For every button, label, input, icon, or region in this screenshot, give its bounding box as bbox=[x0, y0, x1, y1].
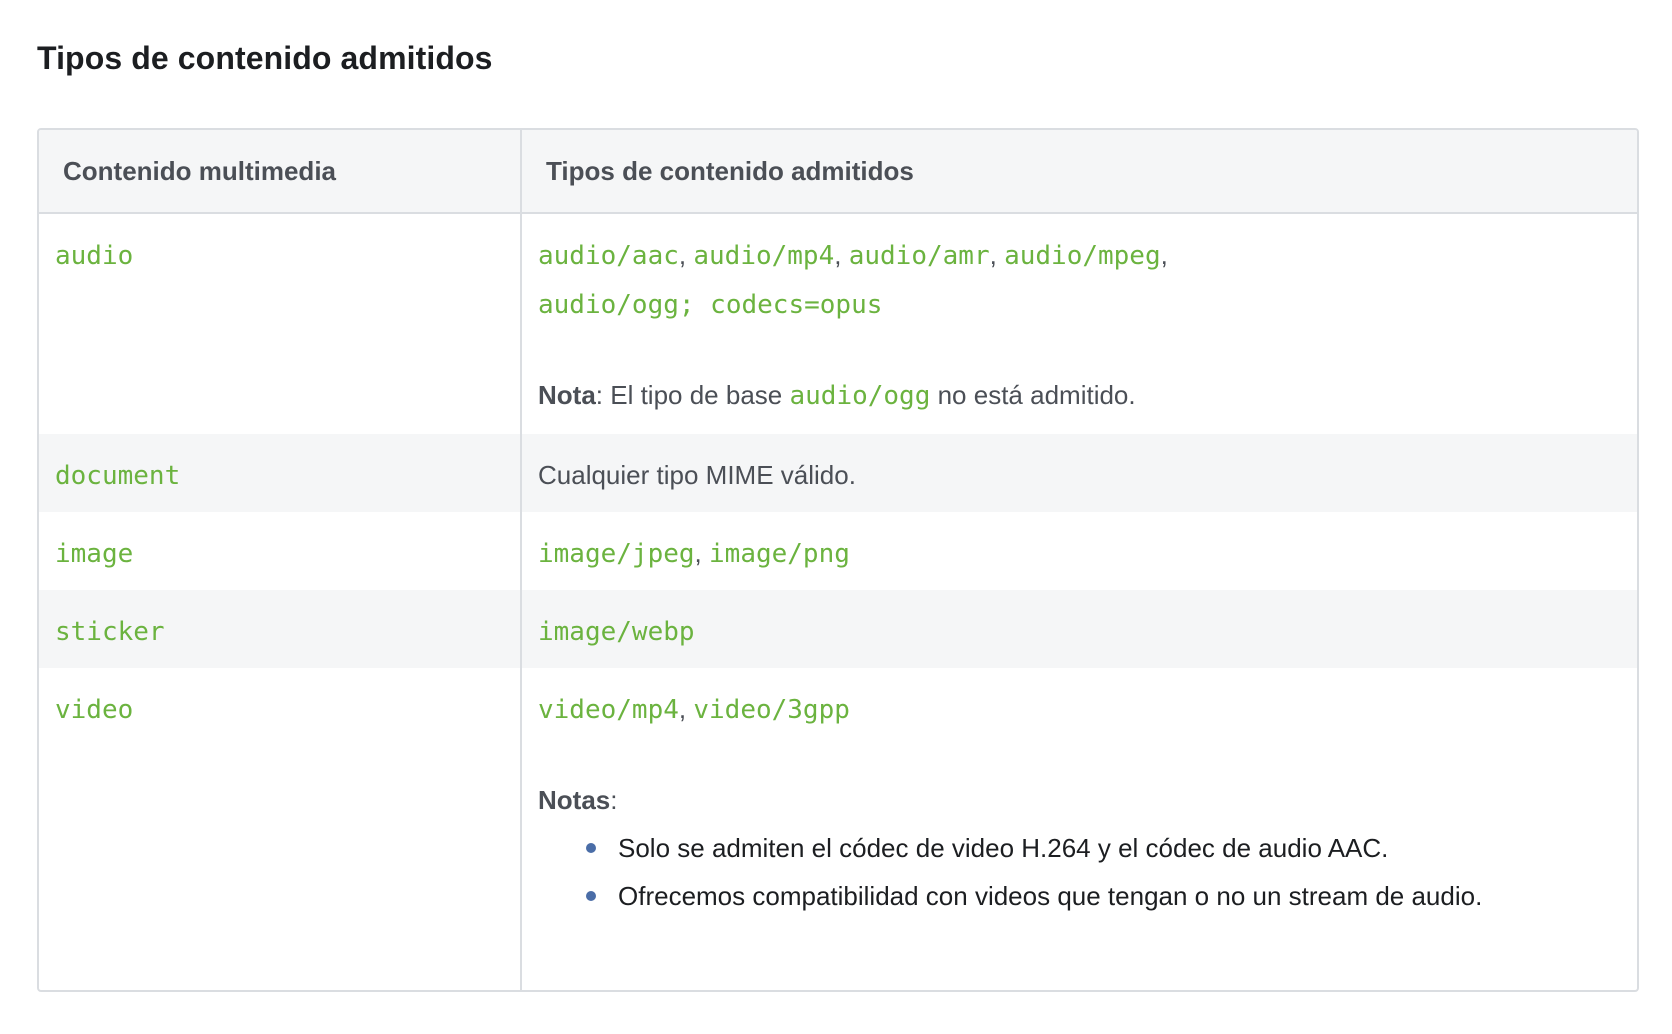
audio-types-list: audio/aac, audio/mp4, audio/amr, audio/m… bbox=[538, 240, 1168, 320]
header-media-content: Contenido multimedia bbox=[39, 130, 522, 214]
cell-types-video: video/mp4, video/3gpp Notas: Solo se adm… bbox=[521, 668, 1637, 990]
mime-image-png: image/png bbox=[709, 539, 850, 569]
table-row-audio: audio audio/aac, audio/mp4, audio/amr, a… bbox=[39, 213, 1637, 434]
mime-image-webp: image/webp bbox=[538, 617, 695, 647]
media-type-video: video bbox=[55, 695, 134, 725]
audio-note: Nota: El tipo de base audio/ogg no está … bbox=[538, 380, 1136, 411]
video-types-list: video/mp4, video/3gpp bbox=[538, 694, 850, 725]
cell-media-sticker: sticker bbox=[39, 590, 522, 668]
document-types-text: Cualquier tipo MIME válido. bbox=[538, 460, 856, 490]
mime-audio-mpeg: audio/mpeg bbox=[1004, 241, 1161, 271]
video-notes-list: Solo se admiten el códec de video H.264 … bbox=[538, 824, 1621, 920]
cell-media-document: document bbox=[39, 434, 522, 512]
mime-image-jpeg: image/jpeg bbox=[538, 539, 695, 569]
media-type-document: document bbox=[55, 461, 181, 491]
video-note-2: Ofrecemos compatibilidad con videos que … bbox=[618, 881, 1483, 911]
bullet-icon bbox=[586, 891, 596, 901]
page-title: Tipos de contenido admitidos bbox=[37, 40, 493, 76]
mime-audio-ogg-opus: audio/ogg; codecs=opus bbox=[538, 290, 883, 320]
content-types-table: Contenido multimedia Tipos de contenido … bbox=[37, 128, 1639, 992]
list-item: Ofrecemos compatibilidad con videos que … bbox=[586, 872, 1621, 920]
note-suffix: no está admitido. bbox=[930, 380, 1136, 410]
note-code-audio-ogg: audio/ogg bbox=[789, 381, 931, 411]
mime-video-mp4: video/mp4 bbox=[538, 695, 679, 725]
cell-media-image: image bbox=[39, 512, 522, 590]
media-type-audio: audio bbox=[55, 241, 134, 271]
cell-media-audio: audio bbox=[39, 213, 522, 434]
table-row-image: image image/jpeg, image/png bbox=[39, 512, 1637, 590]
media-type-sticker: sticker bbox=[55, 617, 165, 647]
table-row-video: video video/mp4, video/3gpp Notas: Solo … bbox=[39, 668, 1637, 990]
video-note-1: Solo se admiten el códec de video H.264 … bbox=[618, 833, 1389, 863]
mime-video-3gpp: video/3gpp bbox=[693, 695, 850, 725]
cell-types-sticker: image/webp bbox=[521, 590, 1637, 668]
mime-audio-mp4: audio/mp4 bbox=[693, 241, 835, 271]
table-row-document: document Cualquier tipo MIME válido. bbox=[39, 434, 1637, 512]
video-notes: Notas: bbox=[538, 785, 618, 815]
cell-types-image: image/jpeg, image/png bbox=[538, 538, 850, 569]
table-header-row: Contenido multimedia Tipos de contenido … bbox=[39, 130, 1637, 214]
bullet-icon bbox=[586, 843, 596, 853]
table-row-sticker: sticker image/webp bbox=[39, 590, 1637, 668]
mime-audio-amr: audio/amr bbox=[848, 241, 990, 271]
note-label: Nota bbox=[538, 380, 596, 410]
list-item: Solo se admiten el códec de video H.264 … bbox=[586, 824, 1621, 872]
cell-types-document: Cualquier tipo MIME válido. bbox=[521, 434, 1637, 512]
media-type-image: image bbox=[55, 539, 134, 569]
cell-types-audio: audio/aac, audio/mp4, audio/amr, audio/m… bbox=[521, 213, 1637, 434]
mime-audio-aac: audio/aac bbox=[538, 241, 679, 271]
cell-media-video: video bbox=[39, 668, 522, 990]
header-supported-types: Tipos de contenido admitidos bbox=[521, 130, 1637, 214]
notes-label: Notas bbox=[538, 785, 611, 815]
note-prefix: El tipo de base bbox=[603, 380, 790, 410]
page: Tipos de contenido admitidos Contenido m… bbox=[0, 0, 1672, 1034]
